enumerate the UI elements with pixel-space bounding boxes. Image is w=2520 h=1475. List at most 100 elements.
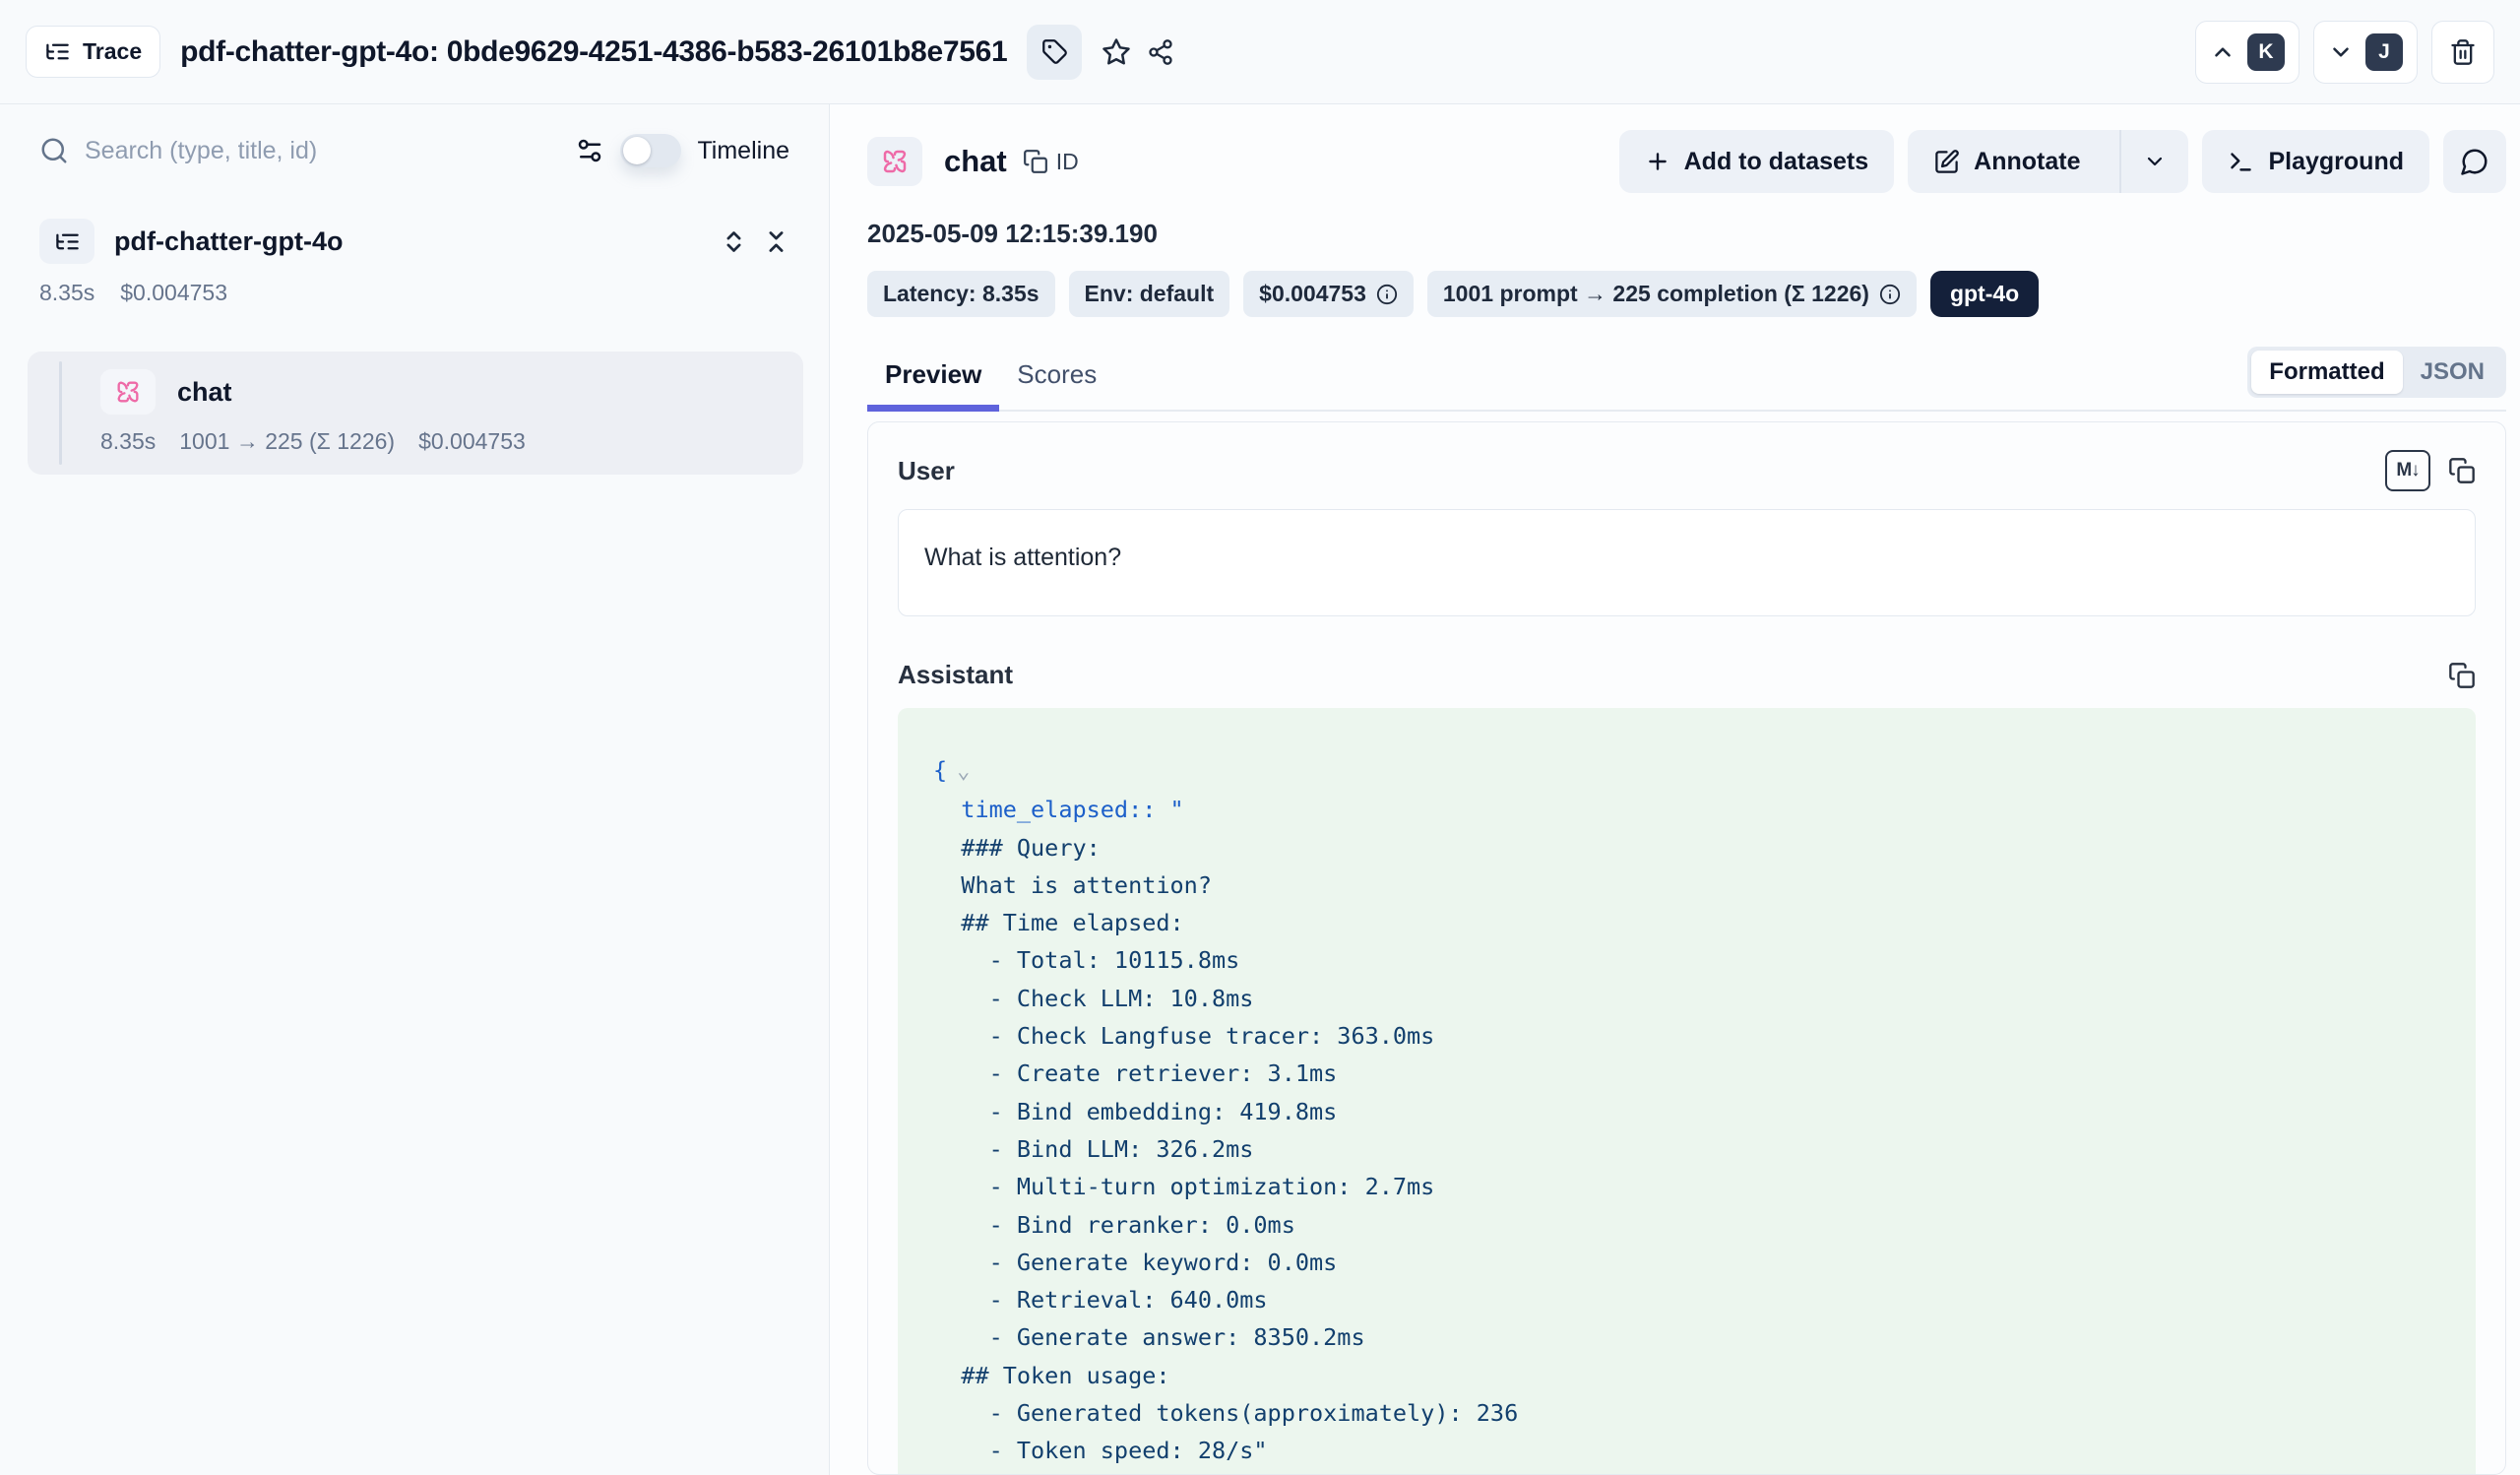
tag-button[interactable] [1027, 25, 1082, 80]
search-input[interactable] [85, 137, 559, 165]
tab-scores[interactable]: Scores [999, 352, 1114, 410]
expand-all-icon[interactable] [721, 228, 747, 255]
assistant-section-title: Assistant [898, 660, 1013, 690]
delete-trace-button[interactable] [2431, 21, 2494, 84]
view-settings-icon[interactable] [575, 136, 604, 165]
copy-icon [1023, 149, 1048, 174]
user-section-title: User [898, 456, 955, 486]
format-toggle: Formatted JSON [2247, 347, 2506, 398]
annotate-split-button: Annotate [1908, 130, 2188, 193]
copy-id-button[interactable]: ID [1023, 149, 1079, 175]
collapse-json-chevron-icon[interactable]: ⌄ [957, 759, 970, 784]
code-line: - Generate answer: 8350.2ms [933, 1318, 2440, 1356]
share-icon [1147, 38, 1174, 66]
trace-cost: $0.004753 [120, 280, 227, 306]
generation-node-metrics: 8.35s 1001 → 225 (Σ 1226) $0.004753 [100, 428, 784, 455]
trace-type-label: Trace [83, 38, 142, 65]
topbar: Trace pdf-chatter-gpt-4o: 0bde9629-4251-… [0, 0, 2520, 104]
plus-icon [1645, 149, 1670, 174]
trace-node-metrics: 8.35s $0.004753 [26, 280, 803, 306]
io-preview-container: User M↓ What is attention? Assistant [867, 421, 2506, 1475]
shortcut-key-j: J [2365, 33, 2403, 71]
code-line: created_at: 1746818147.5406192 [933, 1470, 2440, 1475]
star-icon [1102, 37, 1131, 67]
trace-node-chip [39, 219, 94, 264]
code-line: ## Time elapsed: [933, 904, 2440, 941]
previous-trace-button[interactable]: K [2195, 21, 2300, 84]
model-badge[interactable]: gpt-4o [1930, 271, 2039, 317]
tree-search-row: Timeline [26, 134, 803, 167]
list-tree-icon [44, 38, 71, 65]
env-badge: Env: default [1069, 271, 1230, 317]
chevron-down-icon [2143, 150, 2167, 173]
format-option-formatted[interactable]: Formatted [2251, 351, 2402, 394]
assistant-code: {⌄ time_elapsed:: " ### Query: What is a… [898, 708, 2476, 1475]
observation-title: chat [944, 144, 1007, 179]
observation-header: chat ID Add to datasets [867, 130, 2506, 193]
code-line: - Bind embedding: 419.8ms [933, 1093, 2440, 1130]
format-option-json[interactable]: JSON [2403, 351, 2502, 394]
code-line: ## Token usage: [933, 1357, 2440, 1394]
code-line: - Retrieval: 640.0ms [933, 1281, 2440, 1318]
metrics-badge-row: Latency: 8.35s Env: default $0.004753 10… [867, 271, 2506, 317]
list-tree-icon [54, 228, 81, 255]
latency-badge: Latency: 8.35s [867, 271, 1055, 317]
next-trace-button[interactable]: J [2313, 21, 2418, 84]
token-usage-badge: 1001 prompt → 225 completion (Σ 1226) [1427, 271, 1917, 317]
code-line: - Generate keyword: 0.0ms [933, 1244, 2440, 1281]
timeline-toggle[interactable] [620, 134, 681, 167]
trace-type-chip: Trace [26, 26, 160, 78]
code-line: - Generated tokens(approximately): 236 [933, 1394, 2440, 1432]
playground-button[interactable]: Playground [2202, 130, 2429, 193]
timeline-toggle-label: Timeline [697, 137, 789, 165]
tag-icon [1041, 38, 1068, 65]
chevron-up-icon [2210, 39, 2236, 65]
search-icon [39, 136, 69, 165]
copy-icon[interactable] [2448, 457, 2476, 484]
comments-button[interactable] [2443, 130, 2506, 193]
generation-node-label: chat [177, 377, 232, 408]
observation-timestamp: 2025-05-09 12:15:39.190 [867, 219, 2506, 249]
generation-fan-icon [880, 147, 910, 176]
comment-bubble-icon [2460, 147, 2489, 176]
trace-navigation: K J [2195, 21, 2494, 84]
trace-detail-page: Trace pdf-chatter-gpt-4o: 0bde9629-4251-… [0, 0, 2520, 1475]
code-line: - Total: 10115.8ms [933, 941, 2440, 979]
code-line: ### Query: [933, 829, 2440, 866]
detail-tabs: Preview Scores Formatted JSON [867, 347, 2506, 412]
edit-pencil-icon [1933, 149, 1960, 175]
trace-latency: 8.35s [39, 280, 94, 306]
annotate-dropdown-button[interactable] [2119, 130, 2188, 193]
generation-tokens: 1001 → 225 (Σ 1226) [179, 428, 395, 455]
tree-node-trace[interactable]: pdf-chatter-gpt-4o [26, 219, 803, 264]
code-line: - Bind LLM: 326.2ms [933, 1130, 2440, 1168]
code-line: - Check Langfuse tracer: 363.0ms [933, 1017, 2440, 1055]
collapse-all-icon[interactable] [763, 228, 789, 255]
page-title: pdf-chatter-gpt-4o: 0bde9629-4251-4386-b… [180, 35, 1007, 69]
trace-node-label: pdf-chatter-gpt-4o [114, 226, 343, 257]
code-line: - Check LLM: 10.8ms [933, 980, 2440, 1017]
copy-icon[interactable] [2448, 662, 2476, 689]
code-line: What is attention? [933, 866, 2440, 904]
add-to-datasets-button[interactable]: Add to datasets [1619, 130, 1895, 193]
code-line: time_elapsed:: " [933, 791, 2440, 828]
code-line: {⌄ [933, 751, 2440, 791]
add-to-datasets-label: Add to datasets [1684, 148, 1869, 176]
tab-preview[interactable]: Preview [867, 352, 999, 410]
share-button[interactable] [1147, 38, 1174, 66]
markdown-toggle-icon[interactable]: M↓ [2385, 450, 2430, 491]
observation-detail-panel: chat ID Add to datasets [830, 104, 2520, 1475]
user-section-header: User M↓ [898, 450, 2476, 491]
generation-chip [867, 137, 922, 186]
trace-tree-sidebar: Timeline pdf-chatter-gpt-4o [0, 104, 830, 1475]
annotate-button[interactable]: Annotate [1908, 130, 2106, 193]
star-button[interactable] [1102, 37, 1131, 67]
assistant-section-header: Assistant [898, 660, 2476, 690]
info-icon[interactable] [1879, 284, 1901, 305]
cost-badge: $0.004753 [1243, 271, 1414, 317]
tree-node-chat-selected[interactable]: chat 8.35s 1001 → 225 (Σ 1226) $0.004753 [28, 352, 803, 475]
code-line: - Token speed: 28/s" [933, 1432, 2440, 1469]
info-icon[interactable] [1376, 284, 1398, 305]
trash-icon [2449, 38, 2477, 66]
code-line: - Create retriever: 3.1ms [933, 1055, 2440, 1092]
